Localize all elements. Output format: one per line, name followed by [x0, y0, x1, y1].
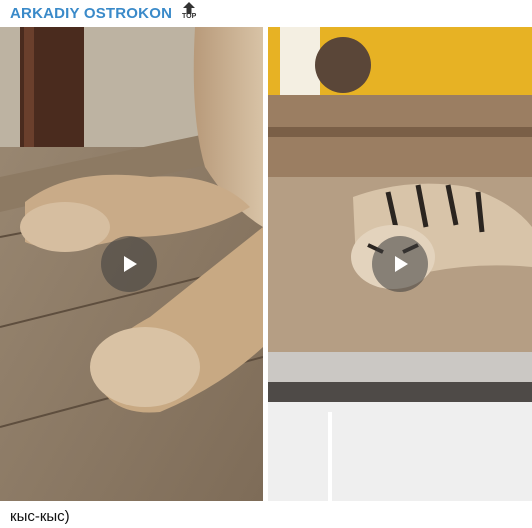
play-icon — [395, 256, 408, 272]
top-badge: TOP — [180, 2, 198, 24]
play-button[interactable] — [372, 236, 428, 292]
play-button[interactable] — [101, 236, 157, 292]
top-badge-label: TOP — [181, 13, 197, 20]
post-header: ARKADIY OSTROKON TOP — [10, 2, 198, 24]
channel-name[interactable]: ARKADIY OSTROKON — [10, 5, 172, 22]
play-icon — [124, 256, 137, 272]
video-thumbnail-tiger[interactable] — [268, 27, 532, 501]
post-caption: кыс-кыс) — [10, 508, 70, 525]
video-thumbnail-lion[interactable] — [0, 27, 263, 501]
